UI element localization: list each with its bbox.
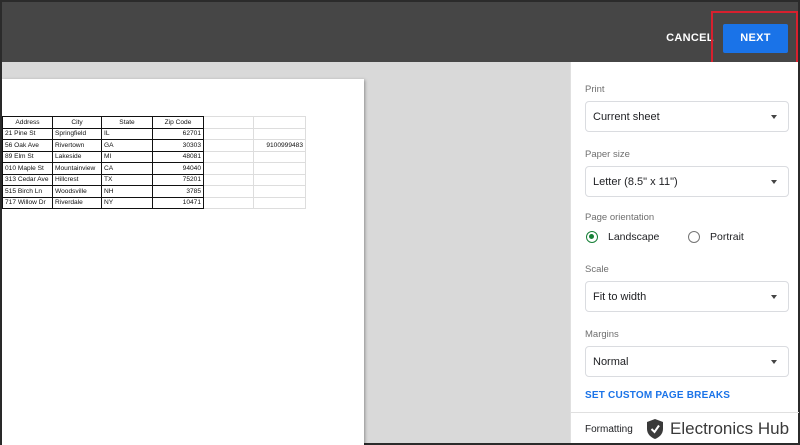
chevron-down-icon: [771, 115, 777, 119]
print-select[interactable]: Current sheet: [585, 101, 789, 132]
paper-size-select[interactable]: Letter (8.5" x 11"): [585, 166, 789, 197]
table-cell: [253, 127, 306, 140]
table-row: 717 Willow Dr Riverdale NY 10471: [2, 196, 306, 209]
table-cell: 56 Oak Ave: [2, 139, 53, 152]
portrait-label: Portrait: [710, 231, 744, 243]
table-cell: 515 Birch Ln: [2, 185, 53, 198]
table-cell: [203, 196, 254, 209]
table-cell: 3785: [152, 185, 204, 198]
table-cell: MI: [101, 150, 153, 163]
table-cell: 010 Maple St: [2, 162, 53, 175]
scale-select[interactable]: Fit to width: [585, 281, 789, 312]
table-header-row: Address City State Zip Code: [2, 116, 306, 129]
table-cell: Hillcrest: [52, 173, 102, 186]
table-cell: 48081: [152, 150, 204, 163]
table-row: 21 Pine St Springfield IL 62701: [2, 127, 306, 140]
table-cell: Riverdale: [52, 196, 102, 209]
table-cell: Rivertown: [52, 139, 102, 152]
table-cell: [203, 139, 254, 152]
table-cell: [253, 162, 306, 175]
radio-unchecked-icon: [688, 231, 700, 243]
preview-page: Address City State Zip Code 21 Pine St Spring…: [2, 79, 364, 445]
landscape-label: Landscape: [608, 231, 660, 243]
scale-label: Scale: [585, 264, 609, 275]
page-orientation-label: Page orientation: [585, 212, 655, 223]
scale-value: Fit to width: [593, 291, 647, 303]
column-header: State: [101, 116, 153, 129]
spreadsheet-table: Address City State Zip Code 21 Pine St Spring…: [2, 116, 306, 209]
table-cell: [203, 185, 254, 198]
column-header: Address: [2, 116, 53, 129]
chevron-down-icon: [771, 360, 777, 364]
column-header: [203, 116, 254, 129]
table-cell: 10471: [152, 196, 204, 209]
table-cell: 30303: [152, 139, 204, 152]
table-cell: IL: [101, 127, 153, 140]
column-header: Zip Code: [152, 116, 204, 129]
table-row: 89 Elm St Lakeside MI 48081: [2, 150, 306, 163]
table-cell: Springfield: [52, 127, 102, 140]
cancel-button[interactable]: CANCEL: [664, 24, 716, 52]
margins-label: Margins: [585, 329, 619, 340]
table-cell: 313 Cedar Ave: [2, 173, 53, 186]
panel-divider: [571, 412, 799, 413]
print-preview-area: Address City State Zip Code 21 Pine St Spring…: [2, 62, 570, 445]
table-cell: CA: [101, 162, 153, 175]
table-cell: 89 Elm St: [2, 150, 53, 163]
paper-size-label: Paper size: [585, 149, 630, 160]
table-cell: NY: [101, 196, 153, 209]
print-select-value: Current sheet: [593, 111, 660, 123]
table-cell: 9100999483: [253, 139, 306, 152]
table-cell: 21 Pine St: [2, 127, 53, 140]
print-settings-panel: Print Current sheet Paper size Letter (8…: [570, 62, 799, 443]
table-cell: [253, 150, 306, 163]
margins-select[interactable]: Normal: [585, 346, 789, 377]
table-cell: GA: [101, 139, 153, 152]
table-cell: Woodsville: [52, 185, 102, 198]
shield-logo-icon: [647, 419, 663, 439]
table-cell: 717 Willow Dr: [2, 196, 53, 209]
paper-size-value: Letter (8.5" x 11"): [593, 176, 678, 188]
chevron-down-icon: [771, 180, 777, 184]
table-cell: [203, 150, 254, 163]
table-cell: [253, 196, 306, 209]
column-header: City: [52, 116, 102, 129]
table-cell: TX: [101, 173, 153, 186]
watermark: Electronics Hub: [646, 416, 796, 442]
table-cell: Lakeside: [52, 150, 102, 163]
print-label: Print: [585, 84, 605, 95]
table-row: 515 Birch Ln Woodsville NH 3785: [2, 185, 306, 198]
table-cell: Mountainview: [52, 162, 102, 175]
table-row: 56 Oak Ave Rivertown GA 30303 9100999483: [2, 139, 306, 152]
set-custom-page-breaks-link[interactable]: SET CUSTOM PAGE BREAKS: [585, 390, 730, 401]
table-cell: 75201: [152, 173, 204, 186]
table-cell: [253, 185, 306, 198]
watermark-text: Electronics Hub: [670, 419, 790, 438]
table-row: 313 Cedar Ave Hillcrest TX 75201: [2, 173, 306, 186]
chevron-down-icon: [771, 295, 777, 299]
radio-checked-icon: [586, 231, 598, 243]
column-header: [253, 116, 306, 129]
formatting-section-label[interactable]: Formatting: [585, 424, 633, 435]
table-cell: 62701: [152, 127, 204, 140]
table-cell: 94040: [152, 162, 204, 175]
margins-value: Normal: [593, 356, 629, 368]
table-cell: [203, 162, 254, 175]
table-row: 010 Maple St Mountainview CA 94040: [2, 162, 306, 175]
table-cell: [253, 173, 306, 186]
table-cell: [203, 173, 254, 186]
table-cell: [203, 127, 254, 140]
next-button-highlight: [711, 11, 798, 66]
table-cell: NH: [101, 185, 153, 198]
